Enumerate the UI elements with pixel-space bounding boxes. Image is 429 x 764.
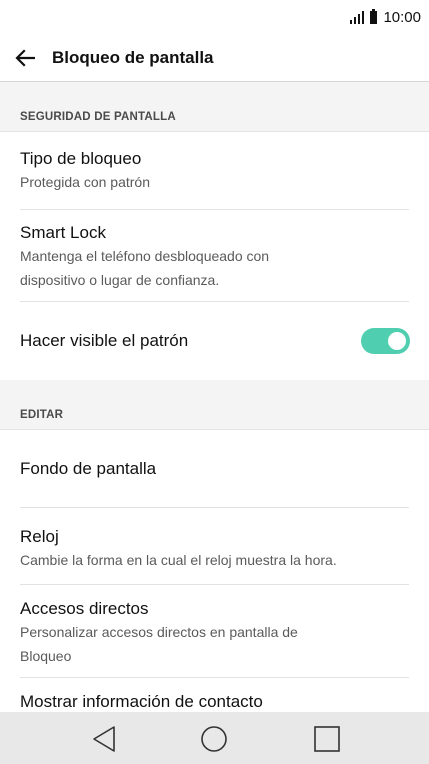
setting-subtitle-line2: Bloqueo — [20, 648, 72, 664]
setting-title: Accesos directos — [20, 599, 149, 618]
section-header-edit: EDITAR — [0, 380, 429, 430]
setting-title: Smart Lock — [20, 223, 106, 242]
nav-home-button[interactable] — [198, 723, 230, 755]
back-button[interactable] — [8, 41, 42, 75]
battery-icon — [370, 8, 378, 24]
setting-wallpaper[interactable]: Fondo de pantalla — [20, 458, 409, 508]
arrow-left-icon — [15, 48, 35, 67]
setting-subtitle-line1: Personalizar accesos directos en pantall… — [20, 624, 298, 640]
nav-back-triangle-icon — [93, 726, 115, 752]
setting-lock-type[interactable]: Tipo de bloqueo Protegida con patrón — [20, 148, 409, 210]
setting-clock[interactable]: Reloj Cambie la forma en la cual el relo… — [20, 526, 409, 585]
page-title: Bloqueo de pantalla — [52, 47, 214, 67]
setting-subtitle: Protegida con patrón — [20, 174, 150, 190]
nav-back-button[interactable] — [88, 723, 120, 755]
app-bar: Bloqueo de pantalla — [0, 34, 429, 82]
section-header-security: SEGURIDAD DE PANTALLA — [0, 82, 429, 132]
nav-recents-square-icon — [314, 726, 340, 752]
setting-title: Mostrar información de contacto — [20, 692, 263, 711]
signal-bars-icon — [349, 10, 365, 24]
nav-home-circle-icon — [201, 726, 227, 752]
visible-pattern-toggle[interactable] — [361, 328, 410, 354]
status-indicators: 10:00 — [349, 8, 421, 26]
toggle-knob — [388, 332, 406, 350]
setting-smart-lock[interactable]: Smart Lock Mantenga el teléfono desbloqu… — [20, 222, 409, 302]
section-title: SEGURIDAD DE PANTALLA — [20, 111, 176, 123]
setting-subtitle-line2: dispositivo o lugar de confianza. — [20, 272, 220, 288]
setting-shortcuts[interactable]: Accesos directos Personalizar accesos di… — [20, 598, 409, 678]
setting-subtitle: Cambie la forma en la cual el reloj mues… — [20, 552, 337, 568]
setting-visible-pattern[interactable]: Hacer visible el patrón — [20, 330, 409, 354]
setting-title: Hacer visible el patrón — [20, 331, 189, 350]
navigation-bar — [0, 712, 429, 764]
setting-title: Fondo de pantalla — [20, 459, 157, 478]
status-time: 10:00 — [383, 8, 421, 26]
setting-title: Reloj — [20, 527, 59, 546]
setting-subtitle-line1: Mantenga el teléfono desbloqueado con — [20, 248, 270, 264]
nav-recents-button[interactable] — [311, 723, 343, 755]
setting-title: Tipo de bloqueo — [20, 149, 142, 168]
section-title: EDITAR — [20, 409, 64, 421]
status-bar: 10:00 — [0, 0, 429, 34]
